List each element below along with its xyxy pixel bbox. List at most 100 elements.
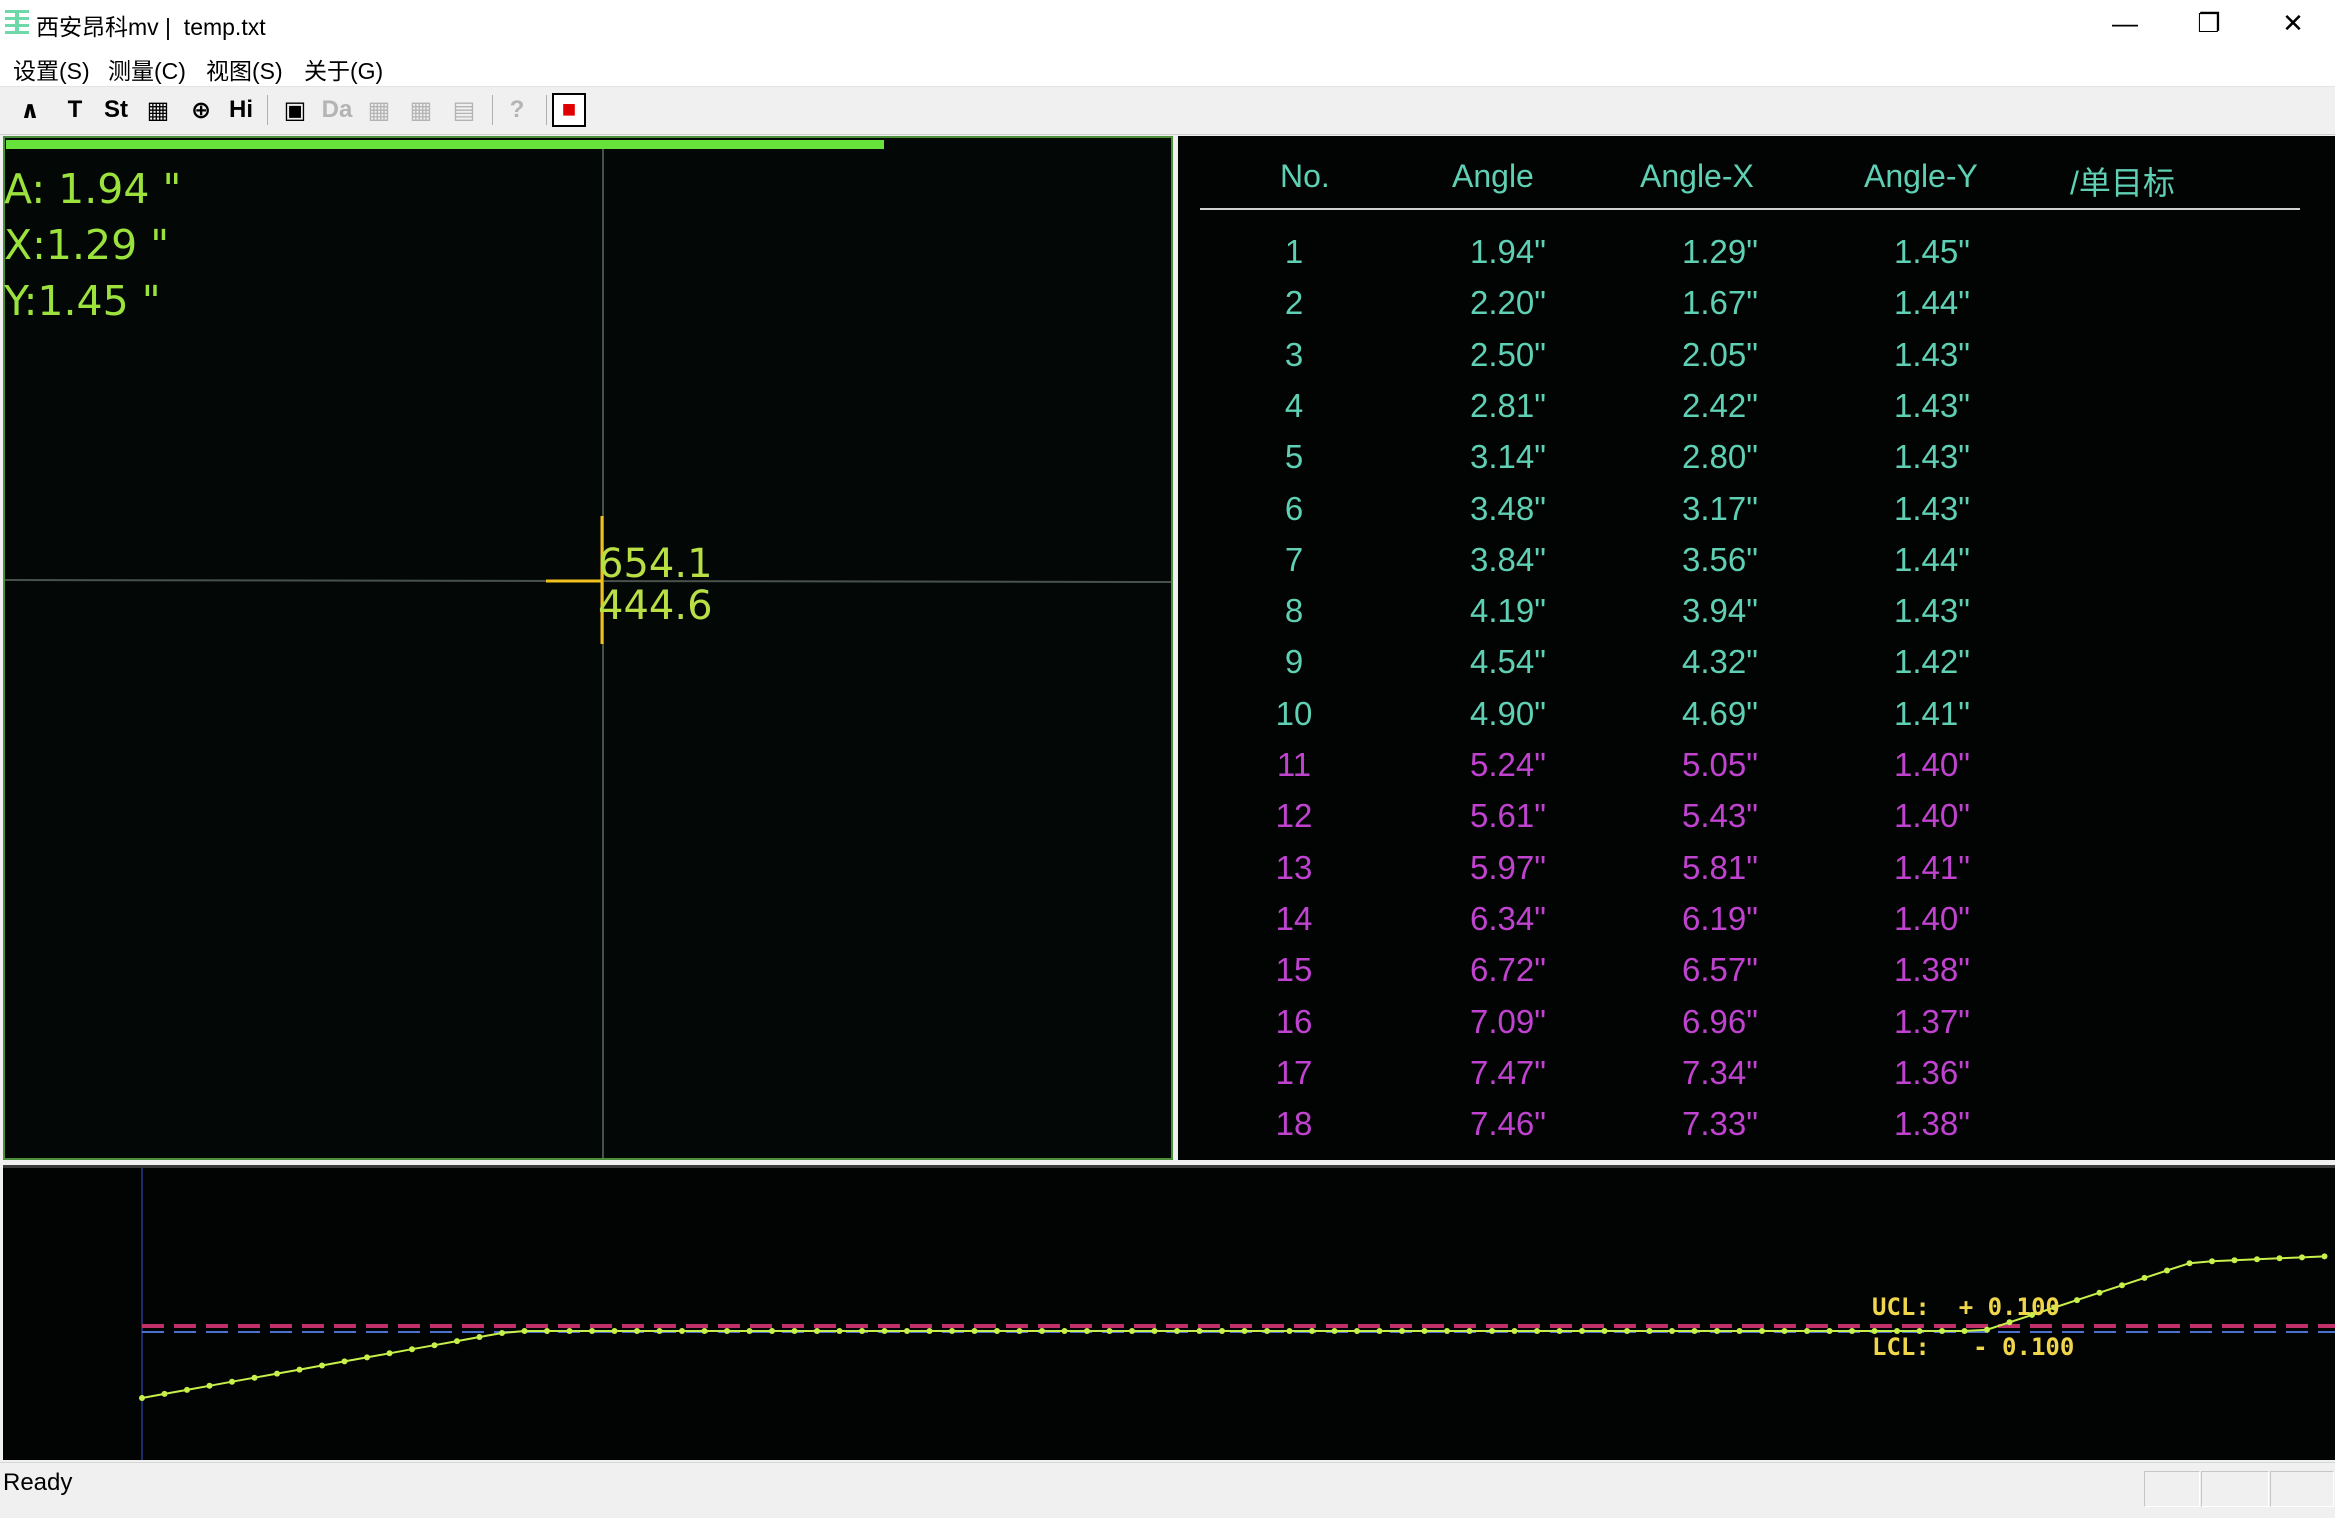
trend-point (1061, 1328, 1068, 1334)
data-icon[interactable]: Da (320, 93, 354, 127)
statistics-icon[interactable]: St (99, 93, 133, 127)
trend-point (1151, 1328, 1158, 1334)
trend-point (1219, 1328, 1225, 1334)
cell-no: 14 (1275, 899, 1313, 937)
cell-angle: 6.34" (1470, 899, 1546, 937)
image-select-icon[interactable]: ▣ (278, 93, 312, 127)
trend-point (544, 1328, 550, 1334)
cell-no: 6 (1284, 489, 1304, 527)
menu-view[interactable]: 视图(S) (206, 52, 283, 86)
trend-point (2299, 1254, 2305, 1261)
trend-point (454, 1338, 460, 1345)
stop-icon[interactable]: ■ (552, 93, 586, 127)
cell-angle-y: 1.44" (1894, 540, 1970, 578)
header-angle-y: Angle-Y (1864, 158, 1978, 194)
trend-point (2119, 1282, 2125, 1289)
trend-point (1646, 1328, 1653, 1334)
trend-point (2074, 1297, 2080, 1304)
trend-point (1106, 1328, 1113, 1334)
cell-angle-x: 7.34" (1682, 1053, 1758, 1091)
cell-angle-y: 1.44" (1894, 284, 1970, 322)
trend-point (949, 1328, 955, 1334)
menu-about[interactable]: 关于(G) (304, 52, 383, 86)
cell-no: 8 (1284, 592, 1304, 630)
cell-angle-y: 1.38" (1894, 951, 1970, 989)
status-text: Ready (3, 1469, 73, 1496)
header-angle: Angle (1452, 158, 1534, 194)
layout-icon[interactable]: ▦ (362, 93, 396, 127)
trend-point (161, 1390, 168, 1397)
cell-no: 16 (1275, 1002, 1313, 1040)
document-icon[interactable]: ▤ (447, 93, 481, 127)
trend-point (1714, 1328, 1720, 1334)
cell-no: 12 (1275, 797, 1313, 835)
trend-point (1624, 1328, 1630, 1334)
minimize-button[interactable]: — (2083, 0, 2167, 46)
menu-bar: 设置(S) 测量(C) 视图(S) 关于(G) (0, 48, 2335, 87)
cell-no: 5 (1284, 438, 1304, 476)
cell-angle: 4.54" (1470, 643, 1546, 681)
toolbar: ∧ T St ▦ ⊕ Hi ▣ Da ▦ ▦ ▤ ? ■ (0, 87, 2335, 135)
trend-point (1849, 1328, 1855, 1334)
target-icon[interactable]: ⊕ (184, 93, 218, 127)
trend-point (1556, 1328, 1563, 1334)
trend-point (1286, 1328, 1293, 1334)
restore-button[interactable]: ❐ (2167, 0, 2251, 46)
trend-point (499, 1330, 505, 1336)
toolbar-separator (546, 95, 547, 125)
cell-angle: 4.90" (1470, 694, 1546, 732)
cell-angle-y: 1.45" (1894, 233, 1970, 270)
cell-angle: 6.72" (1470, 951, 1546, 989)
trend-point (994, 1328, 1000, 1334)
trend-point (2096, 1289, 2103, 1296)
cell-angle-y: 1.37" (1894, 1002, 1970, 1040)
trend-point (1309, 1328, 1315, 1334)
trend-point (1196, 1328, 1203, 1334)
trend-point (431, 1342, 438, 1349)
header-no: No. (1280, 158, 1330, 194)
menu-settings[interactable]: 设置(S) (13, 52, 90, 86)
help-icon[interactable]: ? (500, 93, 534, 127)
trend-point (881, 1328, 888, 1334)
text-tool-icon[interactable]: T (58, 93, 92, 127)
header-angle-x: Angle-X (1640, 158, 1754, 194)
cell-angle: 7.46" (1470, 1105, 1546, 1143)
tile-icon[interactable]: ▦ (404, 93, 438, 127)
histogram-icon[interactable]: Hi (224, 93, 258, 127)
menu-measure[interactable]: 测量(C) (108, 52, 186, 86)
trend-point (1759, 1328, 1765, 1334)
trend-point (1511, 1328, 1518, 1334)
cell-no: 4 (1284, 386, 1304, 424)
trend-point (2321, 1253, 2328, 1260)
trend-point (566, 1328, 573, 1334)
status-pane (2270, 1471, 2334, 1507)
trend-point (2209, 1258, 2215, 1265)
trend-point (139, 1395, 145, 1401)
cell-angle-x: 4.32" (1682, 643, 1758, 681)
trend-point (679, 1328, 685, 1334)
trend-point (1241, 1328, 1248, 1334)
cell-angle-y: 1.41" (1894, 694, 1970, 732)
coord-y-label: 444.6 (598, 583, 713, 629)
camera-view[interactable] (3, 136, 1173, 1160)
cell-angle-x: 2.42" (1682, 386, 1758, 424)
cell-angle: 3.48" (1470, 489, 1546, 527)
trend-point (1421, 1328, 1428, 1334)
trend-point (476, 1334, 483, 1340)
status-bar: Ready (0, 1462, 2335, 1518)
table-header-divider (1200, 208, 2300, 210)
trend-point (1826, 1328, 1833, 1334)
cell-angle-y: 1.43" (1894, 335, 1970, 373)
trend-point (2186, 1260, 2193, 1267)
trend-point (1691, 1328, 1698, 1334)
trend-point (341, 1358, 348, 1365)
cell-no: 18 (1275, 1105, 1313, 1143)
status-pane (2201, 1471, 2269, 1507)
close-button[interactable]: ✕ (2251, 0, 2335, 46)
trend-point (1601, 1328, 1608, 1334)
trend-point (2276, 1255, 2283, 1262)
grid-icon[interactable]: ▦ (141, 93, 175, 127)
waveform-icon[interactable]: ∧ (13, 93, 47, 127)
cell-no: 9 (1284, 643, 1304, 681)
ucl-label: UCL: + 0.100 (1872, 1293, 2060, 1321)
